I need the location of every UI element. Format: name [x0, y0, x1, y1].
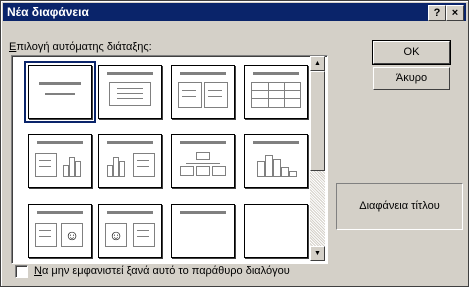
layout-title-slide[interactable] — [24, 61, 96, 123]
gallery-scrollbar[interactable]: ▲ ▼ — [310, 56, 325, 261]
layout-text-and-chart[interactable] — [28, 134, 92, 188]
scroll-thumb[interactable] — [310, 71, 325, 171]
dialog-title: Νέα διαφάνεια — [7, 5, 89, 19]
layout-bulleted-list[interactable] — [98, 65, 162, 119]
dont-show-again-checkbox[interactable] — [15, 265, 28, 278]
ok-button[interactable]: OK — [372, 40, 451, 65]
scroll-down-icon[interactable]: ▼ — [310, 246, 325, 261]
close-button[interactable]: × — [446, 5, 464, 21]
layout-organization-chart[interactable] — [171, 134, 235, 188]
clip-art-icon: ☺ — [61, 223, 83, 247]
dont-show-again-label[interactable]: Να μην εμφανιστεί ξανά αυτό το παράθυρο … — [34, 265, 290, 277]
layout-label: Επιλογή αυτόματης διάταξης: — [9, 41, 152, 53]
layout-gallery[interactable]: ☺ ☺ — [11, 55, 328, 264]
layout-table[interactable] — [244, 65, 308, 119]
layout-clip-art-and-text[interactable]: ☺ — [98, 204, 162, 258]
clip-art-icon: ☺ — [105, 223, 127, 247]
layout-title-only[interactable] — [171, 204, 235, 258]
layout-two-column-text[interactable] — [171, 65, 235, 119]
layout-name-preview: Διαφάνεια τίτλου — [336, 183, 463, 230]
layout-text-and-clip-art[interactable]: ☺ — [28, 204, 92, 258]
help-button[interactable]: ? — [428, 5, 446, 21]
title-bar: Νέα διαφάνεια ? × — [3, 3, 466, 21]
scroll-up-icon[interactable]: ▲ — [310, 56, 325, 71]
layout-chart[interactable] — [244, 134, 308, 188]
layout-blank[interactable] — [244, 204, 308, 258]
layout-chart-and-text[interactable] — [98, 134, 162, 188]
new-slide-dialog: Νέα διαφάνεια ? × Επιλογή αυτόματης διάτ… — [0, 0, 469, 287]
cancel-button[interactable]: Άκυρο — [373, 67, 450, 90]
